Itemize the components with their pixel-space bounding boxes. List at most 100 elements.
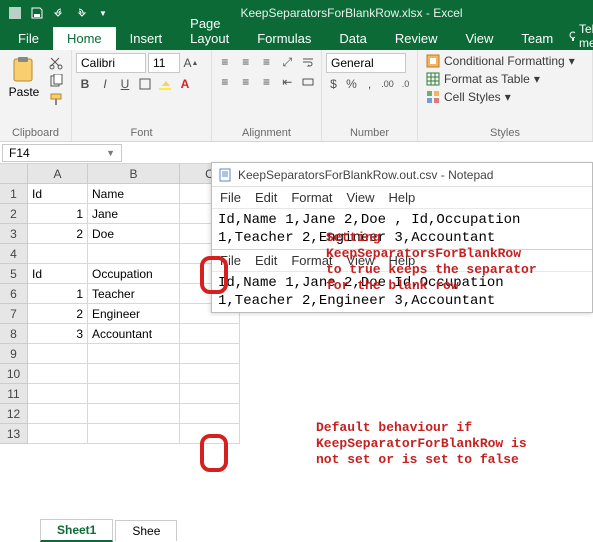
align-bottom-icon[interactable]: ≡ xyxy=(258,53,276,71)
cell[interactable] xyxy=(28,244,88,264)
cell[interactable] xyxy=(180,384,240,404)
cell[interactable]: Accountant xyxy=(88,324,180,344)
cell[interactable] xyxy=(88,384,180,404)
comma-icon[interactable]: , xyxy=(362,75,377,93)
cell[interactable] xyxy=(28,384,88,404)
format-as-table-button[interactable]: Format as Table ▾ xyxy=(422,71,588,87)
np-menu-file[interactable]: File xyxy=(220,190,241,205)
tab-data[interactable]: Data xyxy=(325,27,380,50)
align-left-icon[interactable]: ≡ xyxy=(216,73,234,91)
cell[interactable]: Jane xyxy=(88,204,180,224)
col-head-b[interactable]: B xyxy=(88,164,180,184)
cell[interactable]: 1 xyxy=(28,204,88,224)
number-format-select[interactable] xyxy=(326,53,406,73)
cell[interactable] xyxy=(180,344,240,364)
orientation-icon[interactable]: ⤢ xyxy=(278,53,296,71)
conditional-formatting-button[interactable]: Conditional Formatting ▾ xyxy=(422,53,588,69)
font-name-select[interactable] xyxy=(76,53,146,73)
tab-view[interactable]: View xyxy=(451,27,507,50)
tab-review[interactable]: Review xyxy=(381,27,452,50)
row-head[interactable]: 1 xyxy=(0,184,28,204)
cell[interactable] xyxy=(88,404,180,424)
tab-insert[interactable]: Insert xyxy=(116,27,177,50)
align-middle-icon[interactable]: ≡ xyxy=(237,53,255,71)
cell[interactable] xyxy=(28,404,88,424)
italic-button[interactable]: I xyxy=(96,75,114,93)
cell[interactable]: Id xyxy=(28,264,88,284)
row-head[interactable]: 5 xyxy=(0,264,28,284)
cell[interactable]: Engineer xyxy=(88,304,180,324)
fill-color-icon[interactable] xyxy=(156,75,174,93)
cell[interactable]: Doe xyxy=(88,224,180,244)
cell[interactable] xyxy=(180,324,240,344)
np-menu-help[interactable]: Help xyxy=(388,190,415,205)
row-head[interactable]: 3 xyxy=(0,224,28,244)
increase-decimal-icon[interactable]: .00 xyxy=(380,75,395,93)
format-painter-icon[interactable] xyxy=(47,91,65,107)
copy-icon[interactable] xyxy=(47,73,65,89)
row-head[interactable]: 12 xyxy=(0,404,28,424)
align-center-icon[interactable]: ≡ xyxy=(237,73,255,91)
row-head[interactable]: 7 xyxy=(0,304,28,324)
cell[interactable] xyxy=(88,364,180,384)
cell[interactable]: Id xyxy=(28,184,88,204)
select-all-corner[interactable] xyxy=(0,164,28,184)
wrap-text-icon[interactable] xyxy=(299,53,317,71)
tab-home[interactable]: Home xyxy=(53,27,116,50)
qat-dropdown-icon[interactable]: ▼ xyxy=(92,2,114,24)
cell[interactable] xyxy=(180,364,240,384)
np-menu-edit[interactable]: Edit xyxy=(255,190,277,205)
name-box[interactable]: F14 ▼ xyxy=(2,144,122,162)
row-head[interactable]: 10 xyxy=(0,364,28,384)
decrease-decimal-icon[interactable]: .0 xyxy=(398,75,413,93)
col-head-a[interactable]: A xyxy=(28,164,88,184)
bold-button[interactable]: B xyxy=(76,75,94,93)
row-head[interactable]: 2 xyxy=(0,204,28,224)
tab-formulas[interactable]: Formulas xyxy=(243,27,325,50)
cell[interactable] xyxy=(88,244,180,264)
merge-icon[interactable] xyxy=(299,73,317,91)
cell[interactable] xyxy=(28,344,88,364)
cell[interactable]: 3 xyxy=(28,324,88,344)
np-menu-view[interactable]: View xyxy=(347,190,375,205)
redo-icon[interactable] xyxy=(70,2,92,24)
cell[interactable]: 2 xyxy=(28,304,88,324)
tab-team[interactable]: Team xyxy=(507,27,567,50)
cell[interactable]: 2 xyxy=(28,224,88,244)
cell[interactable]: Name xyxy=(88,184,180,204)
percent-icon[interactable]: % xyxy=(344,75,359,93)
sheet-tab-2[interactable]: Shee xyxy=(115,520,177,541)
save-icon[interactable] xyxy=(26,2,48,24)
cell-styles-button[interactable]: Cell Styles ▾ xyxy=(422,89,588,105)
cell[interactable] xyxy=(28,424,88,444)
np-menu2-edit[interactable]: Edit xyxy=(255,253,277,268)
tab-pagelayout[interactable]: Page Layout xyxy=(176,12,243,50)
border-icon[interactable] xyxy=(136,75,154,93)
np-menu-format[interactable]: Format xyxy=(291,190,332,205)
paste-button[interactable]: Paste xyxy=(4,53,44,107)
tell-me[interactable]: Tell me... xyxy=(567,22,593,50)
row-head[interactable]: 6 xyxy=(0,284,28,304)
cell[interactable]: Occupation xyxy=(88,264,180,284)
cut-icon[interactable] xyxy=(47,55,65,71)
cell[interactable] xyxy=(180,404,240,424)
cell[interactable]: Teacher xyxy=(88,284,180,304)
sheet-tab-1[interactable]: Sheet1 xyxy=(40,519,113,542)
increase-font-icon[interactable]: A▲ xyxy=(182,54,200,72)
font-size-select[interactable] xyxy=(148,53,180,73)
row-head[interactable]: 9 xyxy=(0,344,28,364)
undo-icon[interactable] xyxy=(48,2,70,24)
currency-icon[interactable]: $ xyxy=(326,75,341,93)
font-color-icon[interactable]: A xyxy=(176,75,194,93)
cell[interactable] xyxy=(88,344,180,364)
row-head[interactable]: 8 xyxy=(0,324,28,344)
row-head[interactable]: 13 xyxy=(0,424,28,444)
underline-button[interactable]: U xyxy=(116,75,134,93)
row-head[interactable]: 11 xyxy=(0,384,28,404)
cell[interactable]: 1 xyxy=(28,284,88,304)
cell[interactable] xyxy=(28,364,88,384)
align-top-icon[interactable]: ≡ xyxy=(216,53,234,71)
indent-dec-icon[interactable]: ⇤ xyxy=(278,73,296,91)
align-right-icon[interactable]: ≡ xyxy=(258,73,276,91)
row-head[interactable]: 4 xyxy=(0,244,28,264)
